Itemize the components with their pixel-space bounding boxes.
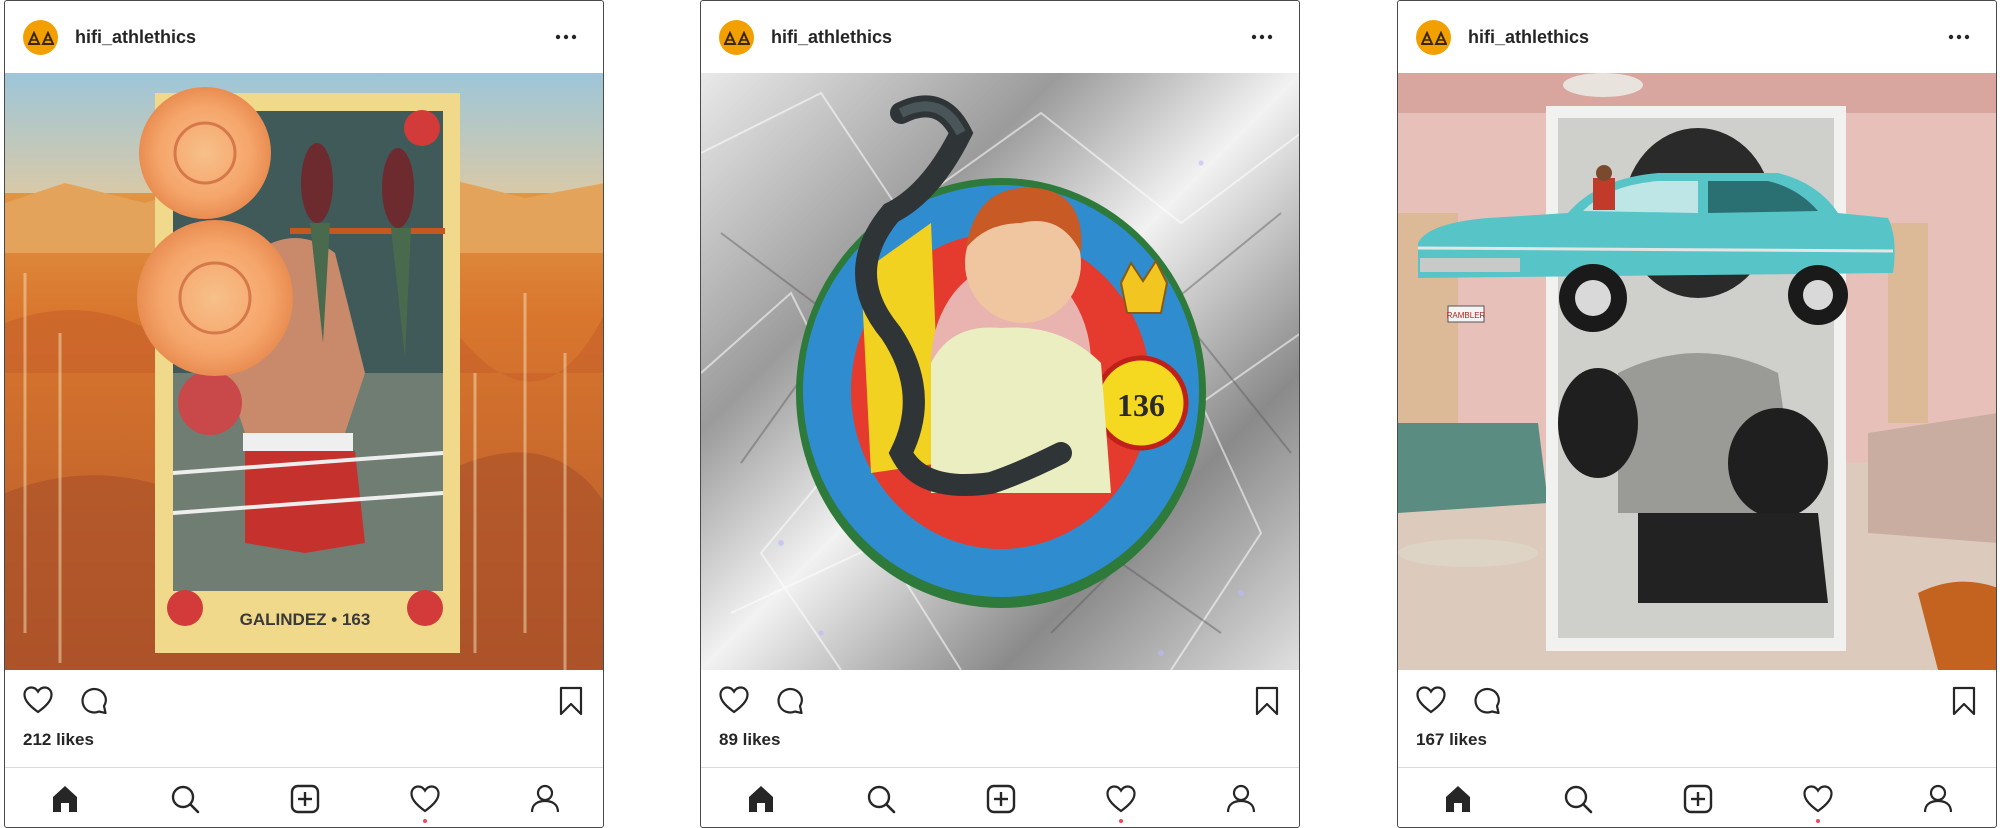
username[interactable]: hifi_athlethics	[75, 27, 196, 48]
username[interactable]: hifi_athlethics	[771, 27, 892, 48]
logo-icon	[1420, 30, 1447, 45]
bookmark-icon[interactable]	[1952, 686, 1976, 716]
bookmark-icon[interactable]	[1255, 686, 1279, 716]
home-icon[interactable]	[47, 781, 83, 817]
search-icon[interactable]	[1560, 781, 1596, 817]
comment-icon[interactable]	[1472, 686, 1502, 714]
more-options-icon[interactable]	[551, 25, 581, 49]
heart-icon[interactable]	[23, 686, 53, 714]
post-actions	[701, 670, 1299, 730]
bottom-nav	[5, 767, 603, 827]
badge-number: 136	[1117, 387, 1165, 423]
comment-icon[interactable]	[79, 686, 109, 714]
post-header: hifi_athlethics	[5, 1, 603, 73]
likes-count[interactable]: 89 likes	[719, 730, 780, 750]
profile-icon[interactable]	[1920, 781, 1956, 817]
logo-icon	[27, 30, 54, 45]
add-post-icon[interactable]	[1680, 781, 1716, 817]
search-icon[interactable]	[167, 781, 203, 817]
license-plate: RAMBLER	[1447, 311, 1486, 320]
logo-icon	[723, 30, 750, 45]
more-options-icon[interactable]	[1944, 25, 1974, 49]
profile-icon[interactable]	[1223, 781, 1259, 817]
notification-dot	[1119, 819, 1123, 823]
comment-icon[interactable]	[775, 686, 805, 714]
post-image[interactable]: 136	[701, 73, 1299, 670]
card-caption: GALINDEZ • 163	[240, 610, 371, 629]
post-card: hifi_athlethics	[700, 0, 1300, 828]
post-actions	[5, 670, 603, 730]
add-post-icon[interactable]	[983, 781, 1019, 817]
likes-count[interactable]: 167 likes	[1416, 730, 1487, 750]
profile-icon[interactable]	[527, 781, 563, 817]
post-header: hifi_athlethics	[1398, 1, 1996, 73]
add-post-icon[interactable]	[287, 781, 323, 817]
home-icon[interactable]	[743, 781, 779, 817]
more-options-icon[interactable]	[1247, 25, 1277, 49]
search-icon[interactable]	[863, 781, 899, 817]
likes-count[interactable]: 212 likes	[23, 730, 94, 750]
notification-dot	[423, 819, 427, 823]
bookmark-icon[interactable]	[559, 686, 583, 716]
post-header: hifi_athlethics	[701, 1, 1299, 73]
bottom-nav	[701, 767, 1299, 827]
post-image[interactable]: RAMBLER	[1398, 73, 1996, 670]
notification-dot	[1816, 819, 1820, 823]
post-actions	[1398, 670, 1996, 730]
bottom-nav	[1398, 767, 1996, 827]
heart-icon[interactable]	[1416, 686, 1446, 714]
avatar[interactable]	[1416, 20, 1451, 55]
post-card: hifi_athlethics	[1397, 0, 1997, 828]
username[interactable]: hifi_athlethics	[1468, 27, 1589, 48]
activity-heart-icon[interactable]	[1800, 781, 1836, 823]
post-image[interactable]: GALINDEZ • 163	[5, 73, 603, 670]
home-icon[interactable]	[1440, 781, 1476, 817]
activity-heart-icon[interactable]	[407, 781, 443, 823]
avatar[interactable]	[719, 20, 754, 55]
activity-heart-icon[interactable]	[1103, 781, 1139, 823]
avatar[interactable]	[23, 20, 58, 55]
heart-icon[interactable]	[719, 686, 749, 714]
post-card: hifi_athlethics	[4, 0, 604, 828]
